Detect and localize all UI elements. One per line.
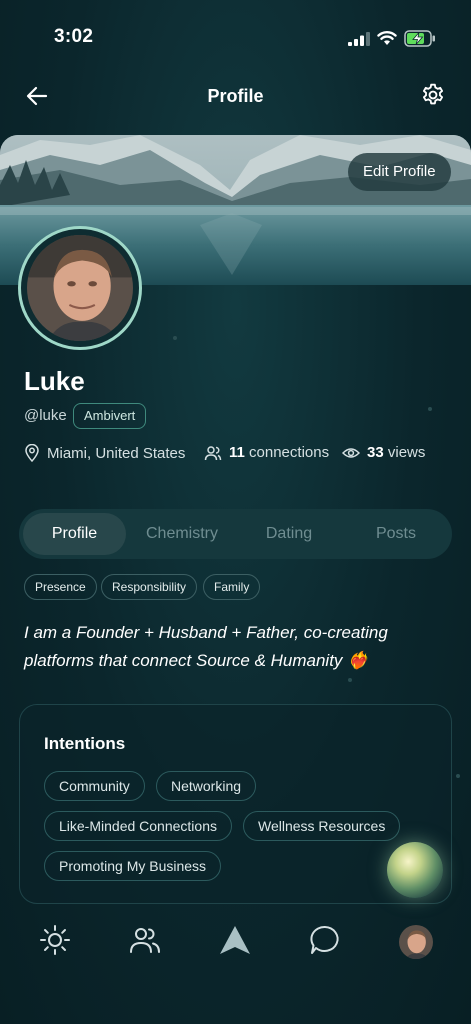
sun-icon[interactable] (38, 923, 72, 957)
eye-icon (342, 447, 360, 458)
decorative-dot (428, 407, 432, 411)
signal-icon (348, 32, 370, 46)
edit-profile-button[interactable]: Edit Profile (348, 153, 451, 191)
decorative-dot (456, 774, 460, 778)
avatar[interactable] (18, 226, 142, 350)
people-icon (204, 445, 222, 460)
battery-charging-icon (404, 30, 435, 47)
intention-pill: Networking (156, 771, 257, 801)
intentions-title: Intentions (44, 734, 126, 753)
profile-tabs: Profile Chemistry Dating Posts (19, 509, 452, 559)
triangle-logo-icon[interactable] (218, 923, 252, 957)
connections-label: connections (249, 444, 330, 461)
profile-handle: @luke (24, 407, 67, 424)
tab-dating[interactable]: Dating (239, 513, 339, 555)
wifi-icon (377, 31, 397, 45)
profile-screen: 3:02 Profile Edit Profile Luke @luke Amb… (0, 0, 471, 1024)
intention-pill: Like-Minded Connections (44, 811, 232, 841)
tab-chemistry[interactable]: Chemistry (132, 513, 232, 555)
profile-avatar[interactable] (399, 925, 433, 959)
profile-photo-illustration (399, 925, 433, 959)
assistant-orb-button[interactable] (387, 842, 443, 898)
page-title: Profile (207, 86, 264, 106)
location-text: Miami, United States (47, 444, 186, 462)
intention-pill: Wellness Resources (243, 811, 401, 841)
tab-posts[interactable]: Posts (346, 513, 446, 555)
location-item: Miami, United States (24, 444, 185, 462)
status-bar: 3:02 (0, 0, 471, 70)
bio-text: I am a Founder + Husband + Father, co-cr… (24, 623, 388, 670)
decorative-dot (173, 336, 177, 340)
status-time: 3:02 (54, 26, 94, 47)
value-chip: Presence (24, 574, 97, 600)
value-chip: Family (203, 574, 261, 600)
views-label: views (387, 444, 426, 461)
profile-meta-row: Miami, United States 11 connections 33 v… (0, 444, 471, 466)
personality-badge: Ambivert (73, 403, 147, 429)
intention-pill: Community (44, 771, 145, 801)
people-icon[interactable] (128, 923, 162, 957)
bottom-nav (0, 905, 471, 1024)
location-pin-icon (25, 444, 39, 462)
views-item: 33 views (342, 444, 425, 461)
intention-pill: Promoting My Business (44, 851, 222, 881)
profile-name: Luke (24, 366, 85, 396)
tab-profile[interactable]: Profile (23, 513, 126, 555)
profile-photo-illustration (27, 235, 133, 341)
connections-count: 11 (229, 444, 245, 461)
connections-item[interactable]: 11 connections (204, 444, 329, 461)
decorative-dot (348, 678, 352, 682)
views-count: 33 (367, 444, 384, 461)
gear-icon[interactable] (420, 82, 446, 108)
avatar-photo (27, 235, 133, 341)
header: Profile (0, 70, 471, 122)
chat-bubble-icon[interactable] (308, 923, 342, 957)
value-chip: Responsibility (101, 574, 198, 600)
